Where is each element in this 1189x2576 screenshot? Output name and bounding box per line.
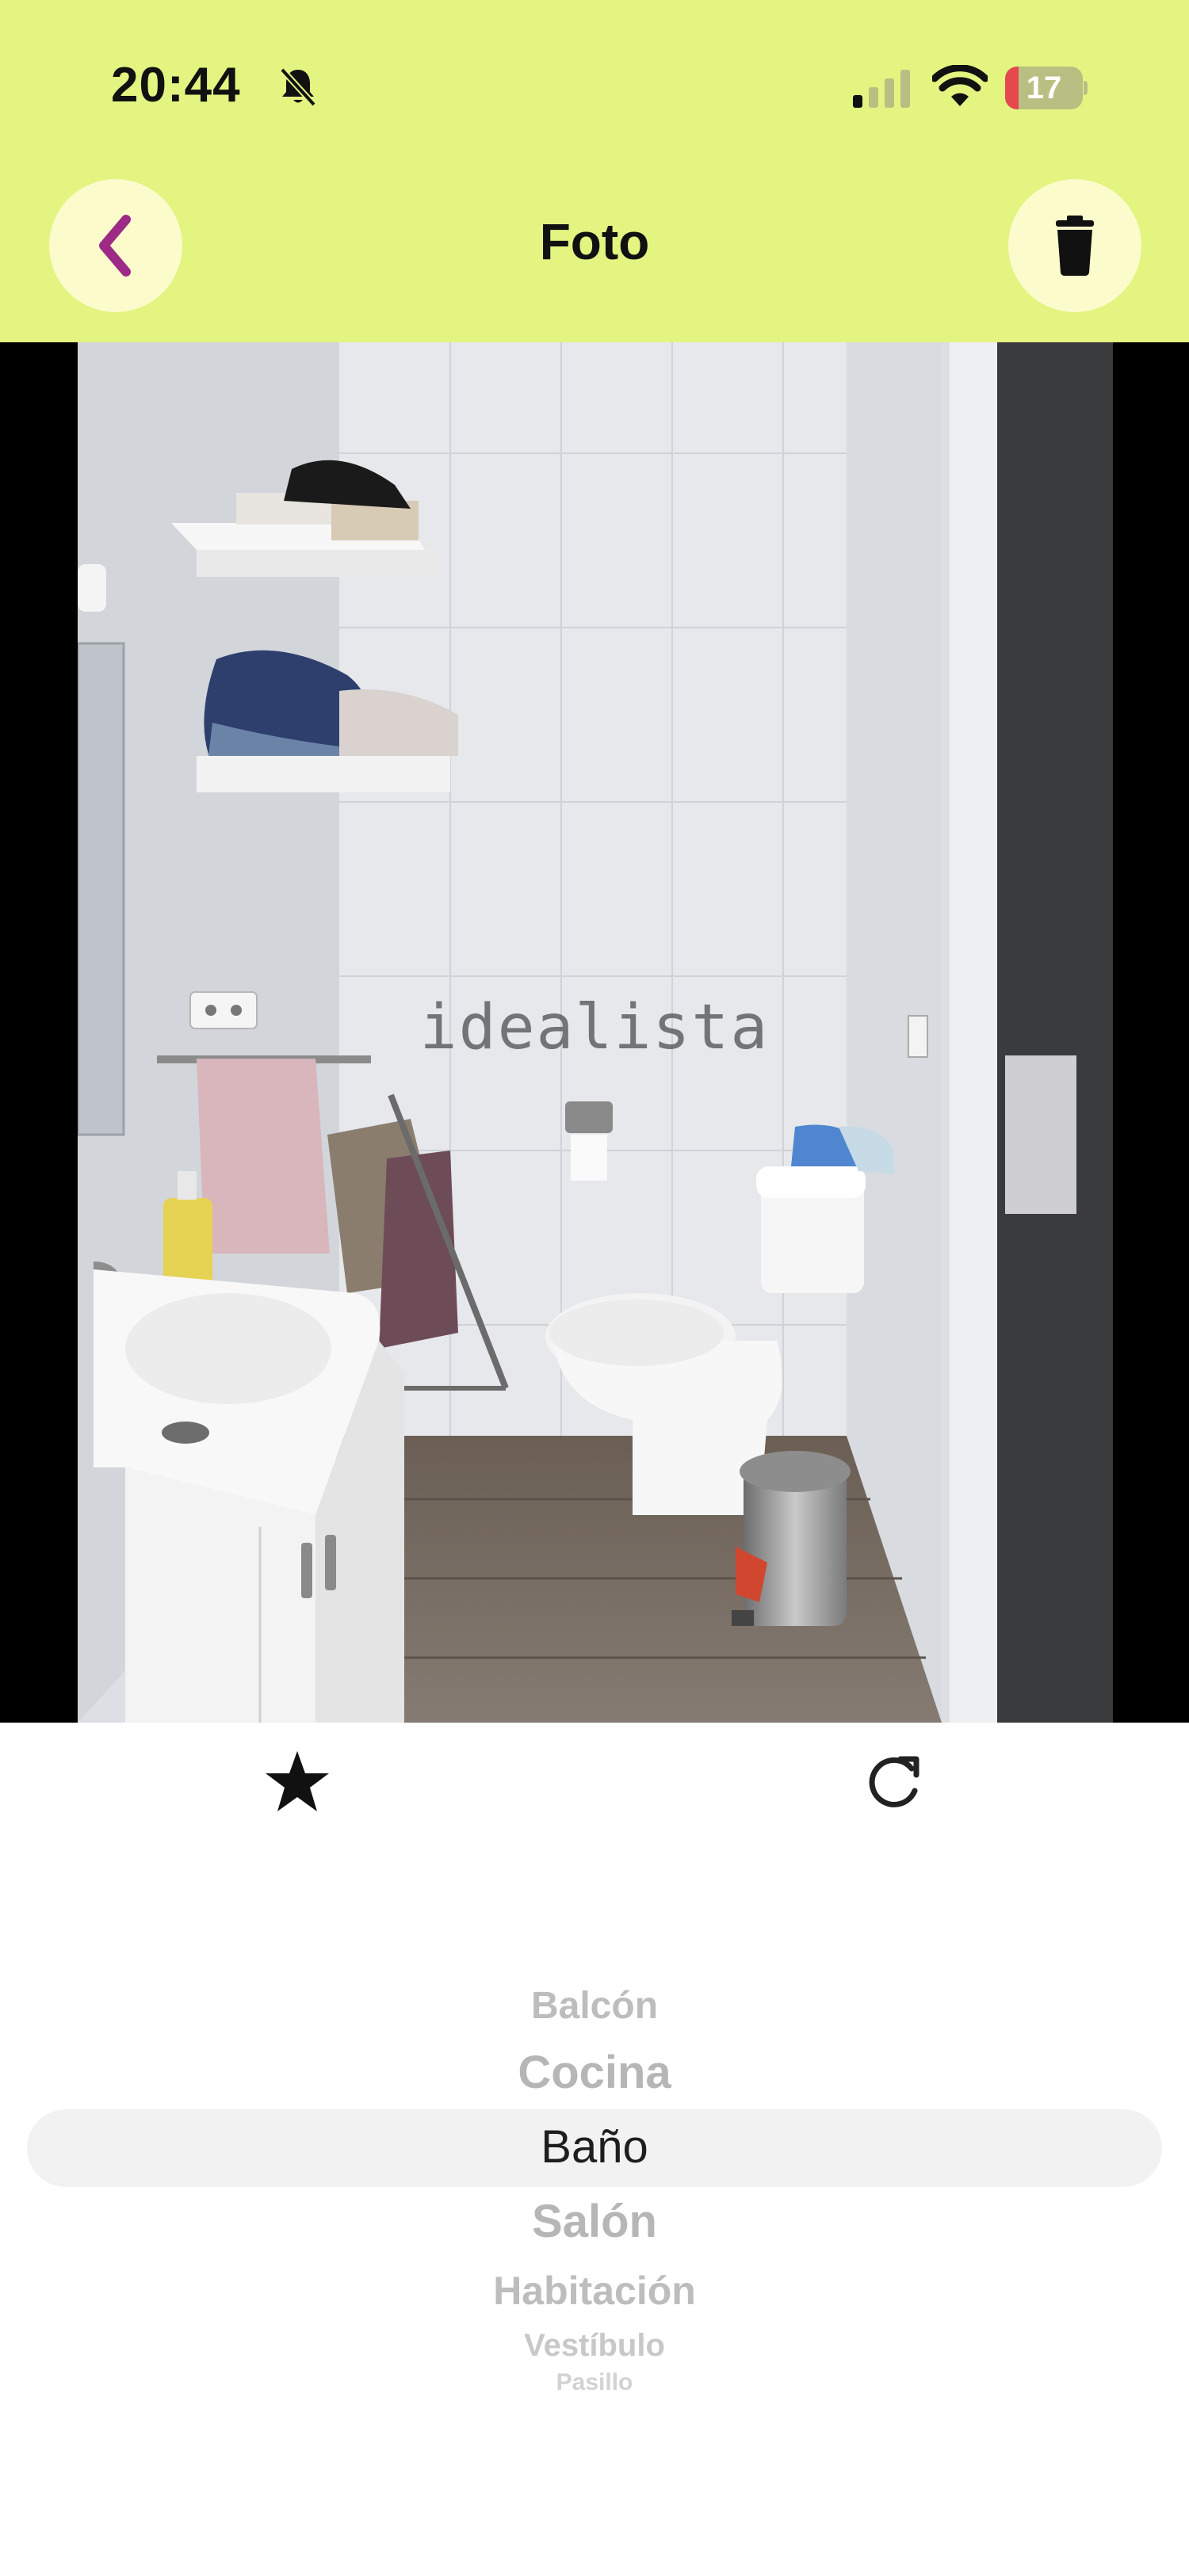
bell-muted-icon — [280, 67, 316, 107]
delete-button[interactable] — [1008, 179, 1141, 312]
cellular-signal-icon — [853, 70, 910, 108]
picker-option[interactable]: Pasillo — [0, 2369, 1189, 2396]
picker-option[interactable]: Cocina — [0, 2046, 1189, 2099]
rotate-button[interactable] — [859, 1746, 927, 1815]
rotate-icon — [869, 1756, 919, 1807]
top-bar: 20:44 17 Foto — [0, 0, 1189, 342]
battery-indicator: 17 — [1005, 67, 1088, 109]
wifi-icon — [932, 65, 988, 106]
photo-watermark: idealista — [419, 992, 770, 1063]
picker-option-selected[interactable]: Baño — [0, 2120, 1189, 2173]
battery-level-text: 17 — [1026, 71, 1062, 105]
star-icon — [266, 1751, 329, 1811]
trash-icon — [1056, 216, 1094, 276]
status-time: 20:44 — [111, 58, 241, 113]
picker-option[interactable]: Balcón — [0, 1984, 1189, 2028]
picker-option[interactable]: Salón — [0, 2195, 1189, 2248]
photo-viewer: idealista — [0, 342, 1189, 1723]
picker-option[interactable]: Habitación — [0, 2268, 1189, 2314]
favorite-star-button[interactable] — [262, 1748, 333, 1815]
picker-option[interactable]: Vestíbulo — [0, 2328, 1189, 2364]
